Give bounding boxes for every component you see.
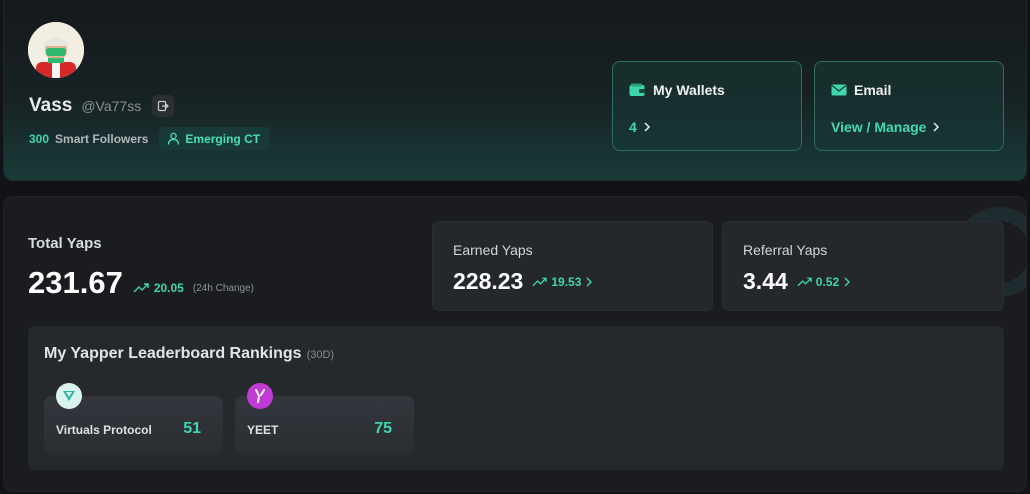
ranking-project-name: YEET	[247, 423, 279, 437]
earned-change-value: 19.53	[551, 274, 582, 289]
earned-yaps-value: 228.23	[453, 268, 524, 294]
rankings-period: (30D)	[306, 349, 335, 361]
referral-yaps-value: 3.44	[743, 268, 788, 294]
referral-yaps-card[interactable]: Referral Yaps 3.44 0.52	[722, 221, 1004, 311]
badge-label: Emerging CT	[185, 131, 261, 146]
email-manage-link[interactable]: View / Manage	[831, 119, 926, 135]
referral-yaps-change: 0.52	[797, 275, 851, 289]
ranking-position: 75	[374, 420, 392, 437]
name-row: Vass @Va77ss	[29, 95, 175, 117]
yaps-stats-panel: Total Yaps 231.67 20.05 (24h Change) Ear…	[3, 196, 1027, 492]
status-badge: Emerging CT	[159, 127, 271, 150]
wallet-icon	[629, 83, 645, 96]
total-yaps-value: 231.67	[28, 265, 123, 300]
logout-icon	[158, 100, 170, 112]
avatar-image	[28, 22, 84, 78]
chevron-right-icon	[644, 122, 650, 132]
ranking-position: 51	[183, 420, 201, 437]
leaderboard-rankings-panel: My Yapper Leaderboard Rankings (30D) Vir…	[28, 326, 1004, 470]
chevron-right-icon	[933, 122, 940, 132]
ranking-card-virtuals[interactable]: Virtuals Protocol 51	[44, 383, 223, 454]
email-card[interactable]: Email View / Manage	[814, 61, 1004, 151]
trending-up-icon	[797, 277, 812, 286]
trending-up-icon	[133, 283, 149, 293]
followers-row: 300 Smart Followers Emerging CT	[29, 127, 271, 150]
email-title: Email	[854, 82, 892, 98]
ranking-card-yeet[interactable]: YEET 75	[235, 383, 414, 454]
my-wallets-card[interactable]: My Wallets 4	[612, 61, 802, 151]
avatar[interactable]	[28, 22, 84, 78]
rankings-title: My Yapper Leaderboard Rankings	[44, 345, 302, 362]
total-change-value: 20.05	[153, 281, 184, 295]
referral-yaps-label: Referral Yaps	[743, 242, 828, 258]
profile-name: Vass	[29, 95, 73, 116]
change-period-label: (24h Change)	[192, 282, 255, 294]
virtuals-logo-icon	[56, 383, 82, 409]
yeet-logo-icon	[247, 383, 273, 409]
logout-button[interactable]	[152, 95, 175, 117]
referral-change-value: 0.52	[815, 274, 840, 289]
chevron-right-icon	[586, 277, 593, 286]
ranking-project-name: Virtuals Protocol	[56, 423, 152, 437]
profile-card: Vass @Va77ss 300 Smart Followers Emergin…	[3, 0, 1027, 181]
rankings-title-row: My Yapper Leaderboard Rankings (30D)	[44, 345, 334, 363]
profile-handle: @Va77ss	[81, 98, 142, 114]
user-icon	[168, 132, 180, 145]
followers-label: Smart Followers	[55, 131, 149, 146]
chevron-right-icon	[844, 277, 851, 286]
total-yaps-change: 20.05 (24h Change)	[133, 281, 254, 295]
followers-count: 300	[29, 131, 50, 146]
earned-yaps-card[interactable]: Earned Yaps 228.23 19.53	[432, 221, 713, 311]
earned-yaps-change: 19.53	[532, 275, 593, 289]
earned-yaps-label: Earned Yaps	[453, 242, 533, 258]
mail-icon	[831, 84, 847, 96]
wallets-title: My Wallets	[653, 82, 725, 98]
trending-up-icon	[532, 277, 548, 286]
wallets-count: 4	[629, 119, 637, 135]
total-yaps-row: 231.67 20.05 (24h Change)	[28, 265, 254, 301]
total-yaps-label: Total Yaps	[28, 235, 102, 252]
